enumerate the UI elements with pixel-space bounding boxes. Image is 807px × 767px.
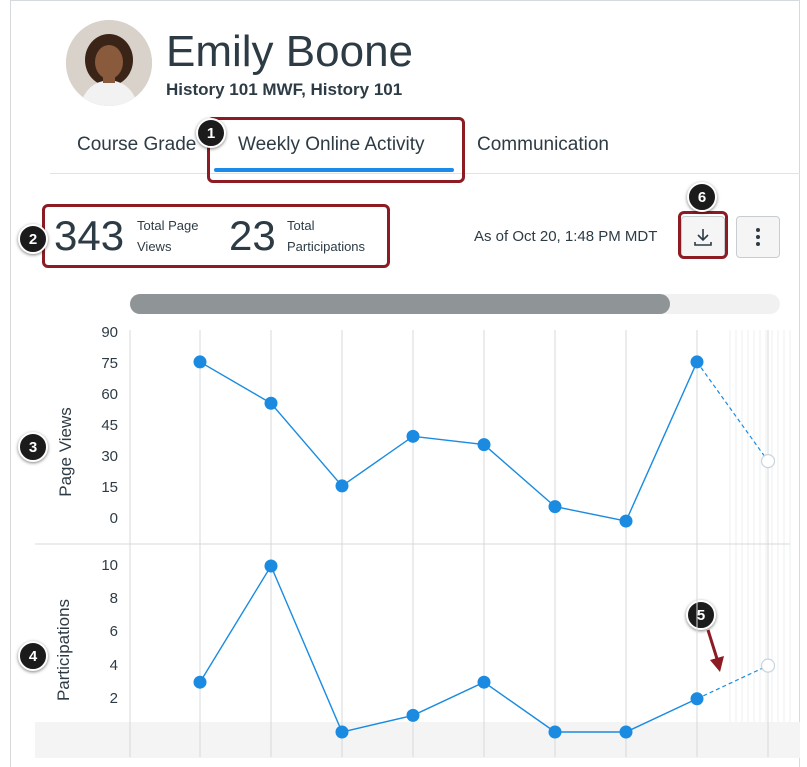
participations-data-point bbox=[193, 675, 207, 689]
page-views-projection-line bbox=[696, 361, 769, 462]
participations-data-point bbox=[690, 692, 704, 706]
page-views-data-point bbox=[406, 429, 420, 443]
callout-arrow-5 bbox=[706, 629, 720, 663]
callout-arrowhead-5 bbox=[710, 656, 724, 672]
page-views-data-point bbox=[548, 500, 562, 514]
participations-data-point bbox=[477, 675, 491, 689]
participations-data-point bbox=[406, 708, 420, 722]
page-views-data-point bbox=[193, 355, 207, 369]
page-views-series-line bbox=[199, 361, 698, 522]
page-views-data-point bbox=[690, 355, 704, 369]
page-views-data-point bbox=[335, 479, 349, 493]
page-views-data-point bbox=[264, 396, 278, 410]
participations-data-point bbox=[619, 725, 633, 739]
participations-data-point bbox=[264, 559, 278, 573]
participations-projection-line bbox=[696, 665, 769, 700]
chart-bottom-band bbox=[35, 722, 800, 758]
activity-charts bbox=[35, 330, 800, 758]
participations-data-point bbox=[548, 725, 562, 739]
page-views-projected-point bbox=[760, 454, 776, 469]
participations-projected-point bbox=[760, 658, 776, 673]
page-views-data-point bbox=[477, 438, 491, 452]
participations-series-line bbox=[199, 564, 698, 733]
page-views-data-point bbox=[619, 514, 633, 528]
participations-data-point bbox=[335, 725, 349, 739]
